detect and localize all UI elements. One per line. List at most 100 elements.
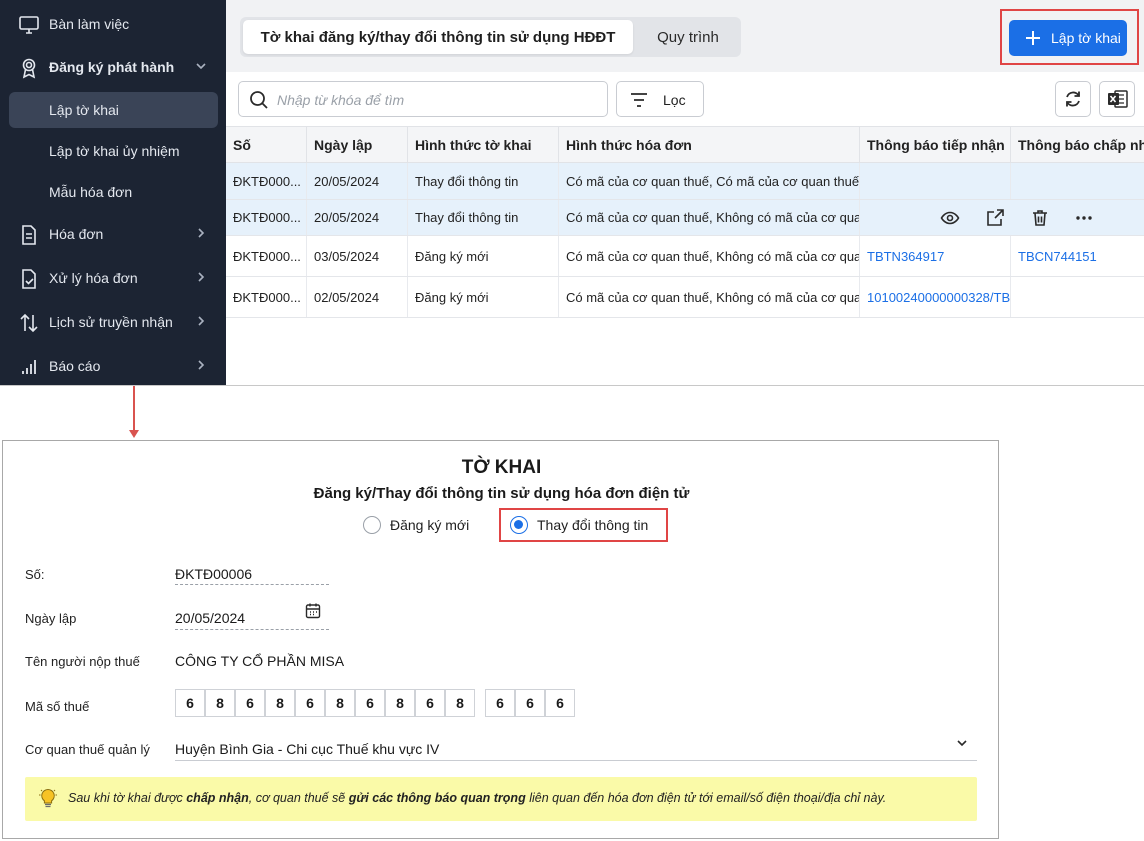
cell-hoa-don: Có mã của cơ quan thuế, Có mã của cơ qua…: [559, 163, 860, 199]
form-subtitle: Đăng ký/Thay đổi thông tin sử dụng hóa đ…: [313, 485, 690, 502]
mst-digit: 8: [205, 689, 235, 717]
chevron-right-icon: [198, 360, 205, 370]
mst-digit: 8: [385, 689, 415, 717]
mst-digit: 6: [355, 689, 385, 717]
column-header[interactable]: Hình thức hóa đơn: [559, 127, 860, 163]
create-button-label: Lập tờ khai: [1051, 30, 1121, 46]
sidebar-item-hoa-don[interactable]: Hóa đơn: [0, 214, 226, 254]
mst-digit: 8: [445, 689, 475, 717]
filter-icon: [631, 93, 647, 107]
eye-icon[interactable]: [940, 208, 960, 228]
sidebar-subitem-label: Lập tờ khai: [49, 102, 119, 118]
radio-button-checked[interactable]: [510, 516, 528, 534]
sidebar-item-bao-cao[interactable]: Báo cáo: [0, 346, 226, 385]
cell-hinh-thuc: Đăng ký mới: [408, 236, 559, 276]
chevron-right-icon: [198, 228, 205, 238]
table-row[interactable]: ĐKTĐ000... 20/05/2024 Thay đổi thông tin…: [226, 163, 1144, 200]
table-row[interactable]: ĐKTĐ000... 20/05/2024 Thay đổi thông tin…: [226, 200, 1144, 236]
filter-button[interactable]: Lọc: [616, 81, 704, 117]
sidebar-item-label: Bàn làm việc: [49, 16, 130, 32]
radio-label: Đăng ký mới: [390, 517, 470, 533]
sidebar-item-label: Hóa đơn: [49, 226, 104, 242]
column-header[interactable]: Thông báo tiếp nhận: [860, 127, 1011, 163]
connector-arrow-line: [133, 386, 135, 432]
refresh-icon: [1066, 91, 1080, 107]
cell-so: ĐKTĐ000...: [226, 236, 307, 276]
cell-so: ĐKTĐ000...: [226, 200, 307, 235]
calendar-icon[interactable]: [305, 602, 321, 619]
cell-tiep-nhan[interactable]: [860, 163, 1011, 199]
ten-nguoi-nop-thue-label: Tên người nộp thuế: [25, 654, 140, 669]
sidebar-item-dang-ky-phat-hanh[interactable]: Đăng ký phát hành: [0, 47, 226, 87]
radio-button[interactable]: [363, 516, 381, 534]
table-row[interactable]: ĐKTĐ000... 02/05/2024 Đăng ký mới Có mã …: [226, 277, 1144, 318]
refresh-button[interactable]: [1055, 81, 1091, 117]
radio-thay-doi-thong-tin[interactable]: Thay đổi thông tin: [510, 515, 648, 535]
column-header[interactable]: Thông báo chấp nhận: [1011, 127, 1144, 163]
radio-label: Thay đổi thông tin: [537, 517, 649, 533]
tab-to-khai[interactable]: Tờ khai đăng ký/thay đổi thông tin sử dụ…: [243, 20, 633, 54]
sidebar-subitem-lap-to-khai[interactable]: Lập tờ khai: [9, 92, 218, 128]
sidebar-item-xu-ly-hoa-don[interactable]: Xử lý hóa đơn: [0, 258, 226, 298]
mst-branch-digit: 6: [515, 689, 545, 717]
tab-quy-trinh[interactable]: Quy trình: [638, 20, 738, 54]
more-icon[interactable]: [1074, 208, 1094, 228]
chevron-down-icon[interactable]: [955, 736, 969, 750]
cell-ngay: 03/05/2024: [307, 236, 408, 276]
chevron-right-icon: [198, 316, 205, 326]
co-quan-thue-select[interactable]: Huyện Bình Gia - Chi cục Thuế khu vực IV: [175, 741, 439, 757]
document-check-icon: [22, 269, 36, 289]
lightbulb-icon: [39, 788, 57, 808]
cell-tiep-nhan[interactable]: 10100240000000328/TB: [860, 277, 1011, 317]
cell-chap-nhan[interactable]: [1011, 277, 1144, 317]
column-header[interactable]: Ngày lập: [307, 127, 408, 163]
cell-chap-nhan[interactable]: [1011, 163, 1144, 199]
sidebar-subitem-lap-to-khai-uy-nhiem[interactable]: Lập tờ khai ủy nhiệm: [9, 133, 218, 169]
cell-chap-nhan[interactable]: TBCN744151: [1011, 236, 1144, 276]
trash-icon[interactable]: [1030, 208, 1050, 228]
mst-digit: 6: [415, 689, 445, 717]
cell-so: ĐKTĐ000...: [226, 277, 307, 317]
ngay-lap-underline: [175, 629, 329, 630]
cell-tiep-nhan[interactable]: TBTN364917: [860, 236, 1011, 276]
column-header[interactable]: Hình thức tờ khai: [408, 127, 559, 163]
chevron-down-icon: [196, 63, 206, 70]
badge-icon: [22, 58, 36, 79]
radio-dang-ky-moi[interactable]: Đăng ký mới: [363, 515, 469, 535]
mst-digit: 6: [295, 689, 325, 717]
page-root: Bàn làm việc Đăng ký phát hành Lập tờ kh…: [0, 0, 1144, 841]
cell-ngay: 20/05/2024: [307, 200, 408, 235]
cell-hoa-don: Có mã của cơ quan thuế, Không có mã của …: [559, 200, 860, 235]
table-row[interactable]: ĐKTĐ000... 03/05/2024 Đăng ký mới Có mã …: [226, 236, 1144, 277]
table-header: Số Ngày lập Hình thức tờ khai Hình thức …: [226, 126, 1144, 163]
sidebar-subitem-label: Mẫu hóa đơn: [49, 184, 133, 200]
mst-digit: 6: [175, 689, 205, 717]
ten-nguoi-nop-thue-value: CÔNG TY CỔ PHẦN MISA: [175, 653, 345, 669]
row-actions: [938, 200, 1138, 235]
connector-arrow-head: [129, 430, 139, 438]
cell-hinh-thuc: Đăng ký mới: [408, 277, 559, 317]
so-field[interactable]: ĐKTĐ00006: [175, 566, 252, 582]
cell-hoa-don: Có mã của cơ quan thuế, Không có mã của …: [559, 236, 860, 276]
note-text: Sau khi tờ khai được chấp nhận, cơ quan …: [68, 791, 887, 805]
ma-so-thue-label: Mã số thuế: [25, 699, 90, 714]
cell-hinh-thuc: Thay đổi thông tin: [408, 200, 559, 235]
export-excel-button[interactable]: [1099, 81, 1135, 117]
search-input[interactable]: [277, 88, 597, 112]
mst-branch-digit: 6: [485, 689, 515, 717]
share-icon[interactable]: [985, 208, 1005, 228]
cell-hoa-don: Có mã của cơ quan thuế, Không có mã của …: [559, 277, 860, 317]
co-quan-thue-underline: [175, 760, 977, 761]
create-declaration-button[interactable]: Lập tờ khai: [1009, 20, 1127, 56]
ngay-lap-field[interactable]: 20/05/2024: [175, 610, 245, 626]
so-label: Số:: [25, 567, 45, 582]
filter-label: Lọc: [663, 92, 686, 108]
column-header[interactable]: Số: [226, 127, 307, 163]
cell-ngay: 02/05/2024: [307, 277, 408, 317]
sidebar-item-ban-lam-viec[interactable]: Bàn làm việc: [0, 4, 226, 44]
transfer-icon: [20, 313, 38, 333]
main-content: Tờ khai đăng ký/thay đổi thông tin sử dụ…: [226, 0, 1144, 385]
sidebar-item-lich-su-truyen-nhan[interactable]: Lịch sử truyền nhận: [0, 302, 226, 342]
sidebar-subitem-mau-hoa-don[interactable]: Mẫu hóa đơn: [9, 174, 218, 210]
bar-chart-icon: [22, 360, 36, 374]
